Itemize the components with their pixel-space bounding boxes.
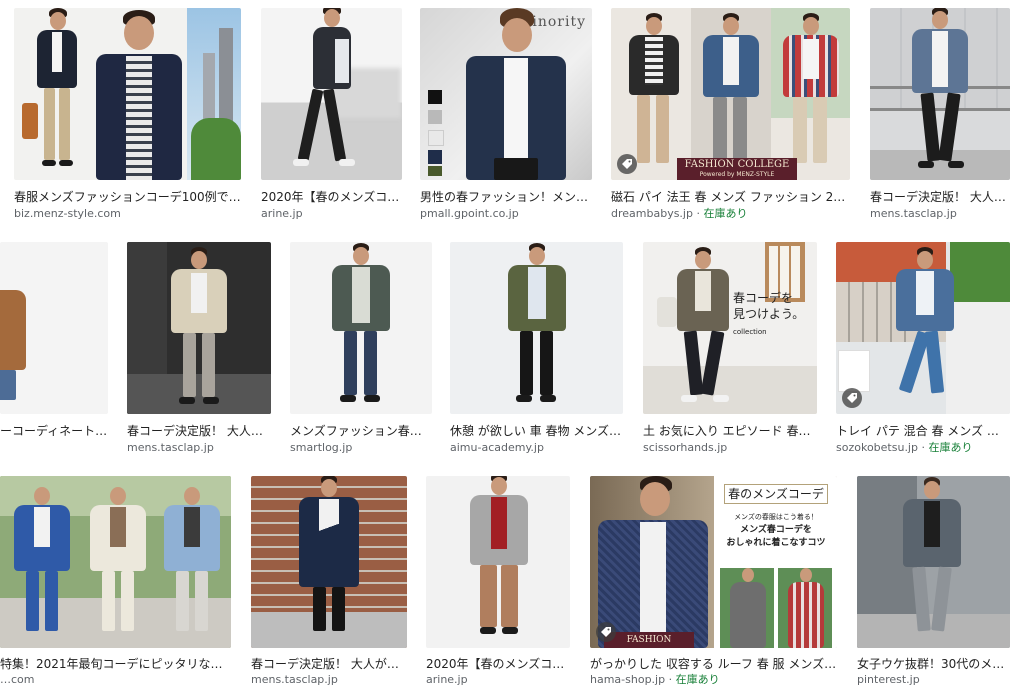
result-thumbnail[interactable] <box>450 242 623 414</box>
in-stock-label: 在庫あり <box>928 441 973 454</box>
result-tile[interactable]: 春コーデ決定版！ 大人… mens.tasclap.jp <box>127 242 271 457</box>
result-thumbnail[interactable] <box>14 8 241 180</box>
result-title[interactable]: ーコーディネート… <box>0 423 108 439</box>
separator: · <box>917 441 929 454</box>
result-thumbnail[interactable] <box>0 476 231 648</box>
result-title[interactable]: がっかりした 収容する ルーフ 春 服 メンズ … <box>590 656 837 672</box>
campaign-text-block: 春コーデを 見つけよう。 collection <box>733 290 804 338</box>
result-title[interactable]: 特集！2021年最旬コーデにピッタリなメ… <box>0 656 231 672</box>
result-thumbnail[interactable]: 春コーデを 見つけよう。 collection <box>643 242 817 414</box>
result-title[interactable]: 春コーデ決定版！ 大人… <box>127 423 271 439</box>
overlay-headline: 春のメンズコーデ <box>724 484 828 504</box>
banner-text: FASHION COLLEGE <box>684 159 790 170</box>
domain-text: dreambabys.jp <box>611 207 693 220</box>
result-title[interactable]: 春コーデ決定版！ 大人… <box>870 189 1010 205</box>
result-tile[interactable]: 2020年【春のメンズコ… arine.jp <box>261 8 402 223</box>
result-tile[interactable]: FASHION COLLEGE Powered by MENZ-STYLE 磁石… <box>611 8 850 223</box>
result-domain[interactable]: pmall.gpoint.co.jp <box>420 207 592 221</box>
result-tile[interactable]: 春コーデ決定版！ 大人が… mens.tasclap.jp <box>251 476 407 686</box>
result-title[interactable]: 磁石 パイ 法王 春 メンズ ファッション 20… <box>611 189 850 205</box>
result-domain[interactable]: mens.tasclap.jp <box>251 673 407 687</box>
result-title[interactable]: 男性の春ファッション！メン… <box>420 189 592 205</box>
result-domain[interactable]: hama-shop.jp · 在庫あり <box>590 673 837 687</box>
overlay-line-2: 見つけよう。 <box>733 307 805 321</box>
result-tile[interactable]: 2020年【春のメンズコ… arine.jp <box>426 476 570 686</box>
result-title[interactable]: 春コーデ決定版！ 大人が… <box>251 656 407 672</box>
result-thumbnail[interactable]: 春のメンズコーデ メンズの春服はこう着る！ メンズ春コーデを おしゃれに着こなす… <box>590 476 837 648</box>
fashion-college-banner: FASHION COLLEGE <box>604 632 694 648</box>
result-domain[interactable]: mens.tasclap.jp <box>870 207 1010 221</box>
domain-text: sozokobetsu.jp <box>836 441 918 454</box>
result-domain[interactable]: biz.menz-style.com <box>14 207 241 221</box>
result-thumbnail[interactable] <box>836 242 1010 414</box>
result-domain[interactable]: mens.tasclap.jp <box>127 441 271 455</box>
result-domain[interactable]: arine.jp <box>261 207 402 221</box>
result-domain[interactable]: …com <box>0 673 231 687</box>
overlay-sub-1: メンズの春服はこう着る！ <box>734 513 818 521</box>
result-tile[interactable]: 女子ウケ抜群！30代のメ… pinterest.jp <box>857 476 1010 686</box>
result-domain[interactable]: dreambabys.jp · 在庫あり <box>611 207 850 221</box>
result-thumbnail[interactable] <box>127 242 271 414</box>
color-swatch <box>428 110 442 124</box>
result-title[interactable]: メンズファッション春… <box>290 423 432 439</box>
overlay-sub-3: おしゃれに着こなすコツ <box>726 538 826 548</box>
overlay-sub-2: メンズ春コーデを <box>740 525 812 535</box>
result-title[interactable]: 休憩 が欲しい 車 春物 メンズ … <box>450 423 623 439</box>
result-tile[interactable]: 特集！2021年最旬コーデにピッタリなメ… …com <box>0 476 231 686</box>
result-domain[interactable]: aimu-academy.jp <box>450 441 623 455</box>
result-domain[interactable]: arine.jp <box>426 673 570 687</box>
result-thumbnail[interactable] <box>870 8 1010 180</box>
color-swatch <box>428 166 442 176</box>
banner-text: FASHION COLLEGE <box>626 635 672 645</box>
result-tile[interactable]: メンズファッション春… smartlog.jp <box>290 242 432 457</box>
result-thumbnail[interactable]: FASHION COLLEGE Powered by MENZ-STYLE <box>611 8 850 180</box>
result-domain[interactable]: scissorhands.jp <box>643 441 817 455</box>
shopping-tag-icon[interactable] <box>596 622 616 642</box>
result-tile[interactable]: 春コーデ決定版！ 大人… mens.tasclap.jp <box>870 8 1010 223</box>
result-thumbnail[interactable] <box>251 476 407 648</box>
result-tile[interactable]: ーコーディネート… <box>0 242 108 457</box>
in-stock-label: 在庫あり <box>703 207 748 220</box>
result-domain[interactable]: pinterest.jp <box>857 673 1010 687</box>
result-domain[interactable]: sozokobetsu.jp · 在庫あり <box>836 441 1010 455</box>
shopping-tag-icon[interactable] <box>617 154 637 174</box>
overlay-line-1: 春コーデを <box>733 291 794 305</box>
result-thumbnail[interactable] <box>0 242 108 414</box>
result-tile[interactable]: Minority 男性の春ファッション！メン… pmall.gpoint.co.… <box>420 8 592 223</box>
color-swatch <box>428 90 442 104</box>
result-title[interactable]: 春服メンズファッションコーデ100例で… <box>14 189 241 205</box>
fashion-college-banner: FASHION COLLEGE Powered by MENZ-STYLE <box>677 158 797 180</box>
result-title[interactable]: 2020年【春のメンズコ… <box>426 656 570 672</box>
result-thumbnail[interactable] <box>426 476 570 648</box>
result-thumbnail[interactable] <box>261 8 402 180</box>
article-title-overlay: 春のメンズコーデ メンズの春服はこう着る！ メンズ春コーデを おしゃれに着こなす… <box>724 484 828 550</box>
color-swatch <box>428 150 442 164</box>
result-tile[interactable]: トレイ パテ 混合 春 メンズ 服… sozokobetsu.jp · 在庫あり <box>836 242 1010 457</box>
result-title[interactable]: 女子ウケ抜群！30代のメ… <box>857 656 1010 672</box>
result-domain[interactable]: smartlog.jp <box>290 441 432 455</box>
result-title[interactable]: 2020年【春のメンズコ… <box>261 189 402 205</box>
result-title[interactable]: トレイ パテ 混合 春 メンズ 服… <box>836 423 1010 439</box>
result-tile[interactable]: 春コーデを 見つけよう。 collection 土 お気に入り エピソード 春…… <box>643 242 817 457</box>
separator: · <box>692 207 704 220</box>
result-thumbnail[interactable]: Minority <box>420 8 592 180</box>
result-tile[interactable]: 春のメンズコーデ メンズの春服はこう着る！ メンズ春コーデを おしゃれに着こなす… <box>590 476 837 686</box>
result-tile[interactable]: 休憩 が欲しい 車 春物 メンズ … aimu-academy.jp <box>450 242 623 457</box>
banner-subtext: Powered by MENZ-STYLE <box>699 171 775 178</box>
shopping-tag-icon[interactable] <box>842 388 862 408</box>
color-swatch <box>428 130 444 146</box>
result-title[interactable]: 土 お気に入り エピソード 春… <box>643 423 817 439</box>
result-tile[interactable]: 春服メンズファッションコーデ100例で… biz.menz-style.com <box>14 8 241 223</box>
overlay-brand: collection <box>733 328 767 336</box>
result-thumbnail[interactable] <box>857 476 1010 648</box>
result-thumbnail[interactable] <box>290 242 432 414</box>
